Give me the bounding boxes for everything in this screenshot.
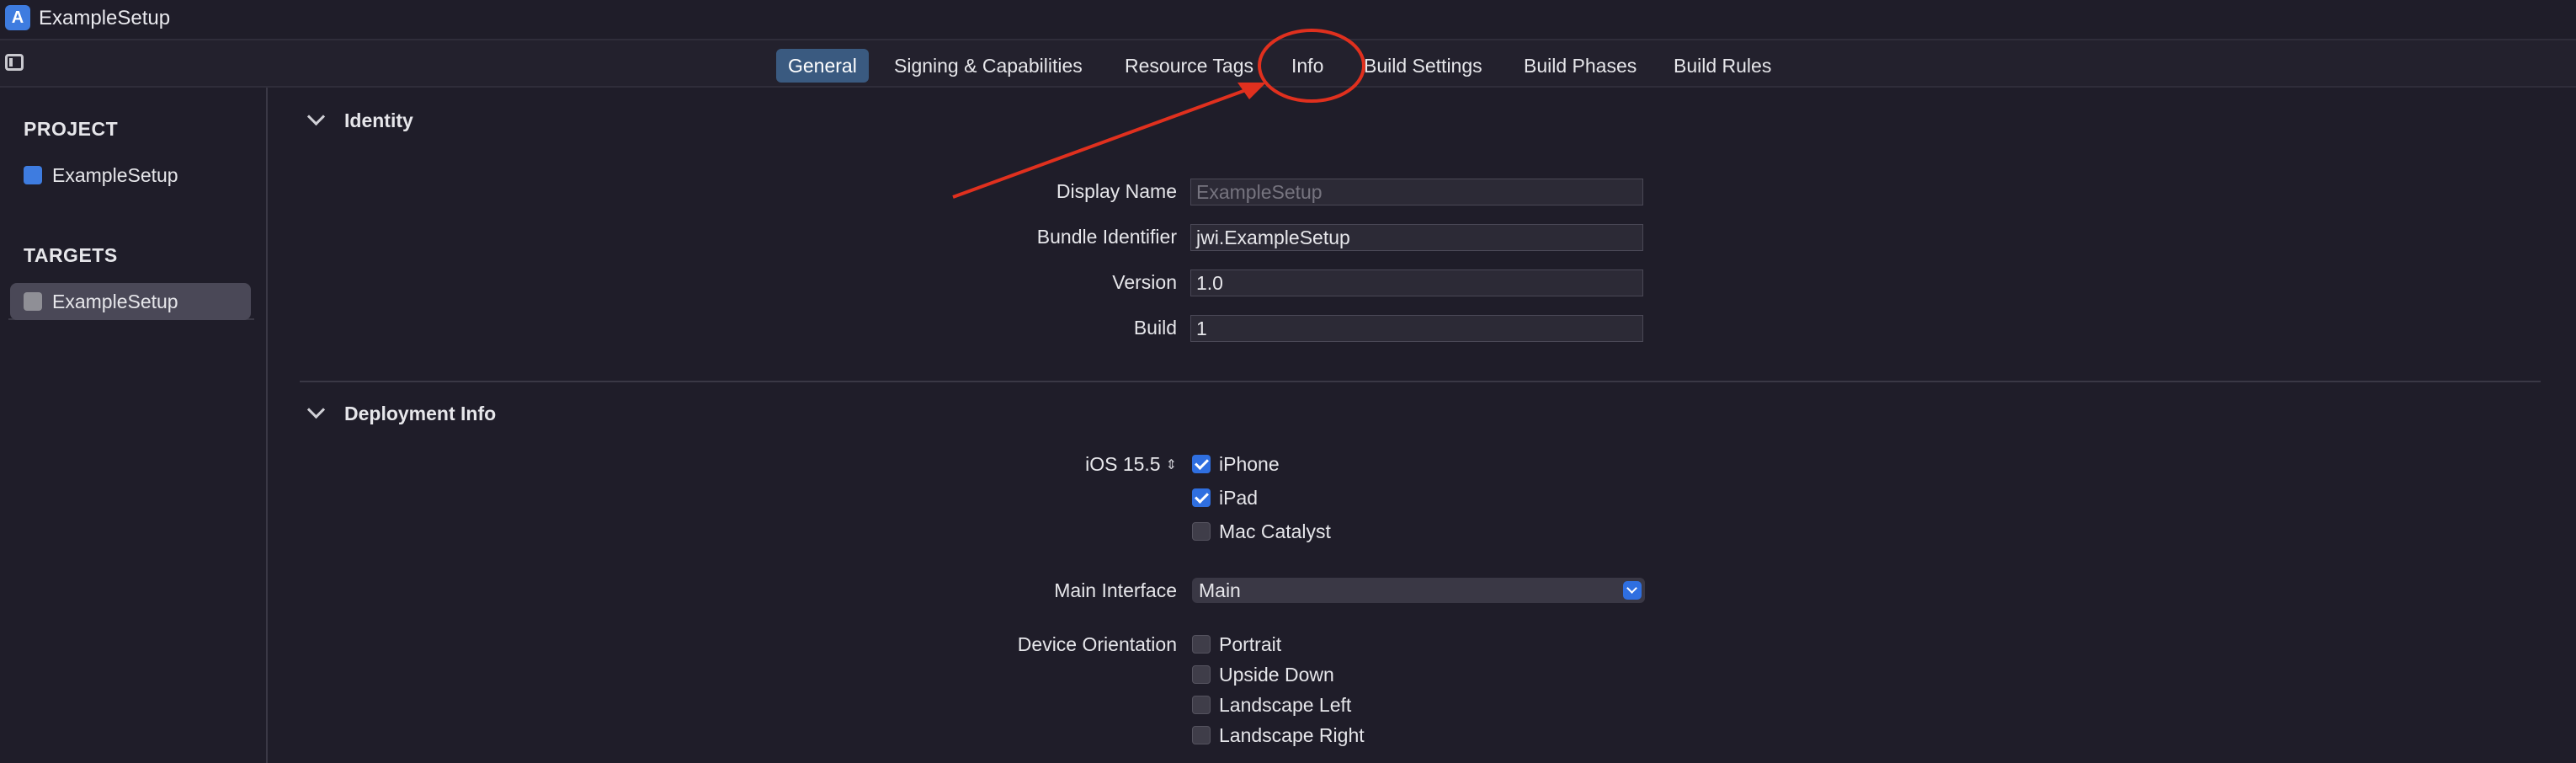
portrait-checkbox-label: Portrait	[1219, 633, 1282, 655]
ipad-checkbox-label: iPad	[1219, 487, 1259, 509]
targets-header: TARGETS	[24, 244, 118, 266]
sidebar-item-target[interactable]: ExampleSetup	[10, 283, 251, 320]
tab-build-rules[interactable]: Build Rules	[1662, 49, 1783, 83]
display-name-field[interactable]: ExampleSetup	[1190, 179, 1643, 205]
chevron-down-icon	[1623, 581, 1642, 600]
upside-down-checkbox[interactable]	[1192, 665, 1211, 684]
stepper-arrows-icon: ⇕	[1165, 458, 1177, 472]
sidebar-item-label: ExampleSetup	[52, 291, 178, 312]
iphone-checkbox[interactable]	[1192, 455, 1211, 473]
tab-build-settings[interactable]: Build Settings	[1352, 49, 1494, 83]
app-icon: A	[5, 5, 30, 30]
tab-info[interactable]: Info	[1280, 49, 1335, 83]
version-label: Version	[1112, 271, 1177, 293]
chevron-down-icon	[306, 400, 326, 419]
main-interface-value: Main	[1199, 579, 1241, 601]
display-name-label: Display Name	[1056, 180, 1177, 202]
landscape-left-checkbox[interactable]	[1192, 696, 1211, 714]
tab-general[interactable]: General	[776, 49, 869, 83]
mac-catalyst-checkbox[interactable]	[1192, 522, 1211, 541]
main-interface-select[interactable]: Main	[1192, 578, 1645, 603]
section-title: Deployment Info	[344, 403, 497, 424]
ipad-checkbox[interactable]	[1192, 488, 1211, 507]
bundle-identifier-label: Bundle Identifier	[1036, 226, 1177, 248]
section-deployment-info[interactable]: Deployment Info	[306, 400, 497, 425]
chevron-down-icon	[306, 107, 326, 126]
section-identity[interactable]: Identity	[306, 107, 413, 132]
portrait-checkbox[interactable]	[1192, 635, 1211, 654]
target-app-icon	[24, 292, 42, 311]
landscape-right-checkbox[interactable]	[1192, 726, 1211, 744]
iphone-checkbox-label: iPhone	[1219, 453, 1280, 475]
bundle-identifier-field[interactable]: jwi.ExampleSetup	[1190, 224, 1643, 251]
build-field[interactable]: 1	[1190, 315, 1643, 342]
sidebar-toggle-icon[interactable]	[5, 54, 24, 71]
sidebar-item-project[interactable]: ExampleSetup	[10, 157, 251, 194]
version-field[interactable]: 1.0	[1190, 269, 1643, 296]
section-divider	[300, 381, 2541, 382]
title-bar: A ExampleSetup	[0, 0, 2576, 39]
ios-version-label: iOS 15.5	[1085, 453, 1161, 475]
tab-signing-capabilities[interactable]: Signing & Capabilities	[882, 49, 1094, 83]
section-title: Identity	[344, 109, 413, 131]
main-interface-label: Main Interface	[1054, 579, 1177, 601]
sidebar-item-label: ExampleSetup	[52, 164, 178, 186]
tab-build-phases[interactable]: Build Phases	[1512, 49, 1648, 83]
project-header: PROJECT	[24, 118, 119, 140]
build-label: Build	[1133, 317, 1177, 339]
device-orientation-label: Device Orientation	[1017, 633, 1177, 655]
navigator-sidebar: PROJECT ExampleSetup TARGETS ExampleSetu…	[0, 88, 268, 763]
mac-catalyst-checkbox-label: Mac Catalyst	[1219, 520, 1331, 542]
project-icon	[24, 166, 42, 184]
ios-version-popup[interactable]: iOS 15.5 ⇕	[1085, 453, 1177, 476]
landscape-left-checkbox-label: Landscape Left	[1219, 694, 1352, 716]
landscape-right-checkbox-label: Landscape Right	[1219, 724, 1365, 746]
window-title: ExampleSetup	[39, 7, 171, 29]
upside-down-checkbox-label: Upside Down	[1219, 664, 1334, 686]
tab-resource-tags[interactable]: Resource Tags	[1113, 49, 1265, 83]
